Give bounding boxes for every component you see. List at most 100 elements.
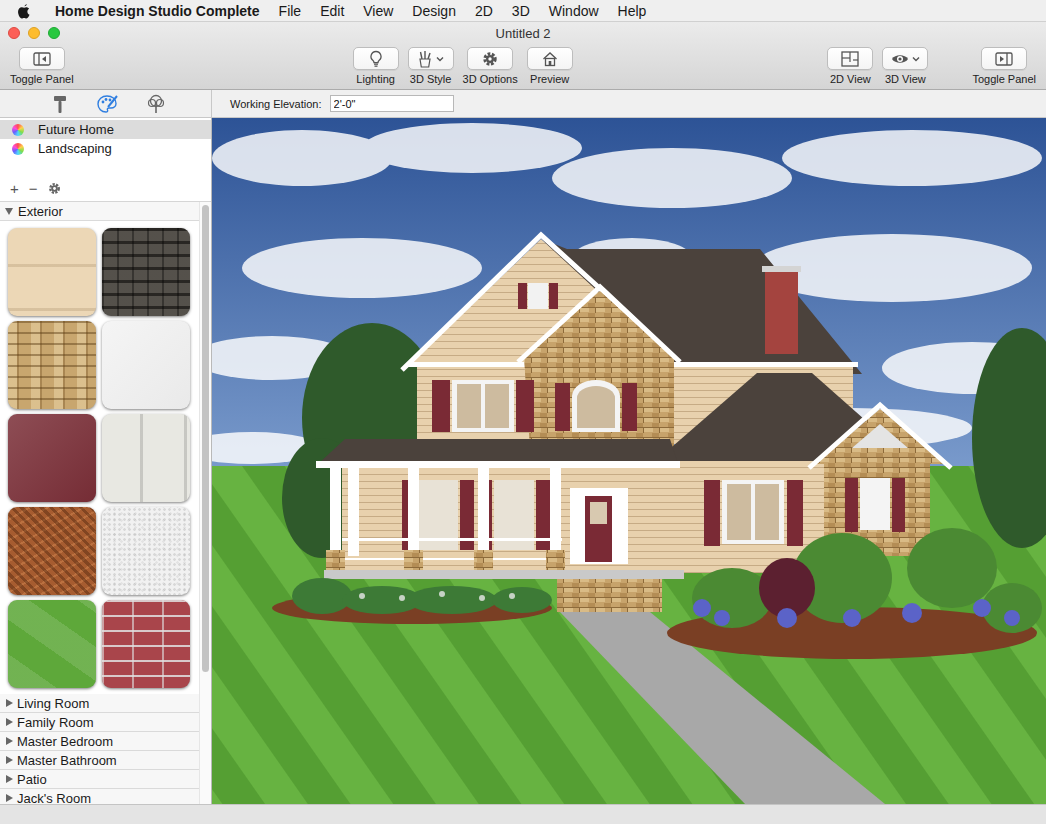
- disclosure-icon[interactable]: [6, 718, 13, 726]
- bulb-icon: [369, 50, 383, 68]
- toolbar-label: Toggle Panel: [10, 73, 74, 85]
- section-header[interactable]: Jack's Room: [0, 789, 199, 804]
- toolbar-button[interactable]: [19, 47, 65, 70]
- material-swatch[interactable]: [8, 228, 96, 316]
- toolbar-button[interactable]: [827, 47, 873, 70]
- toolbar-item[interactable]: 3D View: [882, 47, 928, 85]
- disclosure-icon[interactable]: [5, 208, 13, 215]
- render-view[interactable]: [212, 118, 1046, 804]
- toolbar-item[interactable]: 2D View: [827, 47, 873, 85]
- section-header[interactable]: Family Room: [0, 713, 199, 732]
- toolbar-button[interactable]: [353, 47, 399, 70]
- menu-item[interactable]: 3D: [512, 2, 530, 20]
- elevation-label: Working Elevation:: [230, 98, 322, 110]
- gear-icon[interactable]: [48, 182, 61, 195]
- toolbar-item[interactable]: Preview: [527, 47, 573, 85]
- toolbar-item[interactable]: Toggle Panel: [972, 47, 1036, 85]
- toolbar-item[interactable]: Lighting: [353, 47, 399, 85]
- material-swatch[interactable]: [102, 228, 190, 316]
- zoom-button[interactable]: [48, 27, 60, 39]
- toolbar-button[interactable]: [408, 47, 454, 70]
- menu-item[interactable]: View: [363, 2, 393, 20]
- menu-item[interactable]: Window: [549, 2, 599, 20]
- menu-item[interactable]: Edit: [320, 2, 344, 20]
- section-header[interactable]: Master Bedroom: [0, 732, 199, 751]
- toolbar-label: Toggle Panel: [972, 73, 1036, 85]
- swatch-texture: [102, 321, 190, 409]
- eye-icon: [891, 53, 909, 65]
- close-button[interactable]: [8, 27, 20, 39]
- swatch-texture: [102, 228, 190, 316]
- panel-tabs: [0, 90, 212, 117]
- toolbar-item[interactable]: Toggle Panel: [10, 47, 74, 85]
- section-header[interactable]: Living Room: [0, 694, 199, 713]
- remove-button[interactable]: −: [29, 180, 38, 197]
- status-bar: [0, 804, 1046, 824]
- color-wheel-icon: [12, 124, 24, 136]
- style-icon: [417, 50, 433, 68]
- swatch-texture: [102, 414, 190, 502]
- material-swatch[interactable]: [8, 507, 96, 595]
- window-toolbar: Untitled 2 Toggle Panel Lighting 3D Style 3…: [0, 22, 1046, 90]
- disclosure-icon[interactable]: [6, 794, 13, 802]
- disclosure-icon[interactable]: [6, 756, 13, 764]
- toolbar-button[interactable]: [527, 47, 573, 70]
- toolbar-group: Toggle Panel: [10, 47, 74, 85]
- section-header[interactable]: Master Bathroom: [0, 751, 199, 770]
- menu-item[interactable]: Design: [412, 2, 456, 20]
- material-swatch[interactable]: [8, 414, 96, 502]
- disclosure-icon[interactable]: [6, 775, 13, 783]
- disclosure-icon[interactable]: [6, 737, 13, 745]
- toolbar-group: 2D View 3D View: [827, 47, 928, 85]
- material-swatch[interactable]: [102, 414, 190, 502]
- toolbar-button[interactable]: [981, 47, 1027, 70]
- add-button[interactable]: +: [10, 180, 19, 197]
- section-header[interactable]: Exterior: [0, 202, 199, 221]
- title-bar: Untitled 2: [0, 22, 1046, 44]
- section-label: Living Room: [17, 696, 89, 711]
- scrollbar[interactable]: [199, 202, 211, 804]
- palette-icon[interactable]: [97, 93, 119, 115]
- toolbar-group: Toggle Panel: [972, 47, 1036, 85]
- app-menu[interactable]: Home Design Studio Complete: [55, 3, 260, 19]
- scroll-thumb[interactable]: [202, 205, 209, 672]
- catalog-list: Future Home Landscaping: [0, 118, 211, 158]
- chevron-icon: [912, 56, 920, 62]
- material-swatch[interactable]: [8, 321, 96, 409]
- toolbar-label: 3D View: [885, 73, 926, 85]
- toolbar-label: 3D Options: [463, 73, 518, 85]
- section-label: Patio: [17, 772, 47, 787]
- hammer-icon[interactable]: [49, 93, 71, 115]
- catalog-label: Landscaping: [38, 141, 112, 156]
- catalog-item[interactable]: Future Home: [0, 120, 211, 139]
- material-swatch[interactable]: [102, 321, 190, 409]
- toolbar-button[interactable]: [882, 47, 928, 70]
- catalog-item[interactable]: Landscaping: [0, 139, 211, 158]
- toolbar-label: Lighting: [356, 73, 395, 85]
- panel-right-icon: [995, 52, 1013, 66]
- tree-icon[interactable]: [145, 93, 167, 115]
- toolbar-item[interactable]: 3D Options: [463, 47, 518, 85]
- section-label: Master Bedroom: [17, 734, 113, 749]
- plan-icon: [841, 51, 859, 67]
- disclosure-icon[interactable]: [6, 699, 13, 707]
- material-swatch[interactable]: [102, 600, 190, 688]
- window-title: Untitled 2: [0, 26, 1046, 41]
- material-swatch[interactable]: [8, 600, 96, 688]
- apple-icon[interactable]: [16, 2, 32, 20]
- toolbar-button[interactable]: [467, 47, 513, 70]
- swatch-texture: [102, 600, 190, 688]
- color-wheel-icon: [12, 143, 24, 155]
- minimize-button[interactable]: [28, 27, 40, 39]
- material-swatch[interactable]: [102, 507, 190, 595]
- menu-item[interactable]: File: [279, 2, 302, 20]
- section-header[interactable]: Patio: [0, 770, 199, 789]
- section-list: Exterior Living Room Family Room Master Bed…: [0, 202, 199, 804]
- menu-item[interactable]: Help: [618, 2, 647, 20]
- toolbar-group: Lighting 3D Style 3D Options Preview: [353, 47, 573, 85]
- toolbar-item[interactable]: 3D Style: [408, 47, 454, 85]
- elevation-field[interactable]: [330, 95, 454, 112]
- material-sections: Exterior Living Room Family Room Master Bed…: [0, 201, 211, 804]
- swatch-texture: [8, 507, 96, 595]
- menu-item[interactable]: 2D: [475, 2, 493, 20]
